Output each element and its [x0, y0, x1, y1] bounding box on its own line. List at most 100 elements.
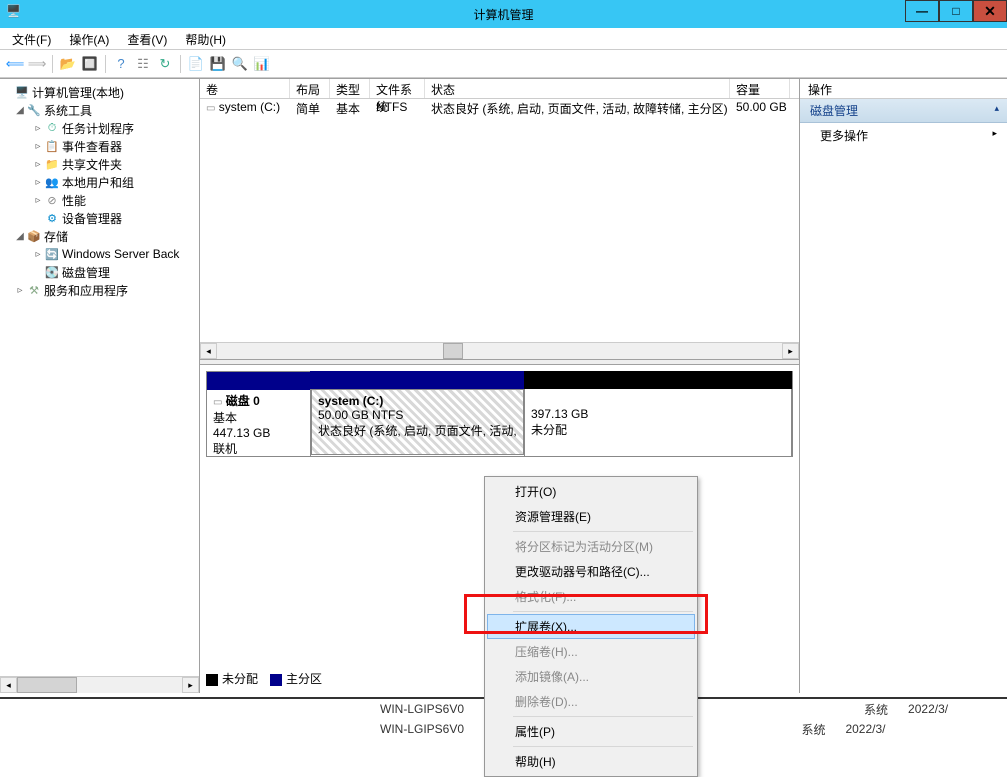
volume-row[interactable]: ▭ system (C:) 简单 基本 NTFS 状态良好 (系统, 启动, 页… [200, 99, 799, 117]
collapse-icon: ▴ [994, 103, 999, 114]
bg-date2: 2022/3/ [845, 722, 885, 736]
tree-server-backup[interactable]: ▹🔄Windows Server Back [0, 245, 199, 263]
volume-hscrollbar[interactable]: ◂ ▸ [200, 342, 799, 359]
tree-shared-folders-label: 共享文件夹 [62, 156, 122, 173]
ctx-explorer[interactable]: 资源管理器(E) [487, 504, 695, 529]
menu-action[interactable]: 操作(A) [61, 29, 117, 50]
tree-root[interactable]: 🖥️计算机管理(本地) [0, 83, 199, 101]
window-title: 计算机管理 [473, 6, 533, 23]
legend: 未分配 主分区 [206, 670, 322, 687]
disk-status: 联机 [213, 442, 237, 456]
close-button[interactable] [973, 0, 1007, 22]
col-type[interactable]: 类型 [330, 79, 370, 98]
bg-host1: WIN-LGIPS6V0 [380, 702, 464, 716]
ctx-delete-volume: 删除卷(D)... [487, 689, 695, 714]
scroll-left-icon[interactable]: ◂ [0, 677, 17, 693]
col-filesystem[interactable]: 文件系统 [370, 79, 425, 98]
app-icon: 🖥️ [6, 4, 26, 24]
col-layout[interactable]: 布局 [290, 79, 330, 98]
tree-device-manager[interactable]: ⚙设备管理器 [0, 209, 199, 227]
tree-task-scheduler[interactable]: ▹⏱任务计划程序 [0, 119, 199, 137]
vol-scroll-right-icon[interactable]: ▸ [782, 343, 799, 359]
tree-shared-folders[interactable]: ▹📁共享文件夹 [0, 155, 199, 173]
back-icon[interactable]: ⟸ [6, 55, 24, 73]
tool-c-icon[interactable]: 🔍 [231, 55, 249, 73]
disk-size: 447.13 GB [213, 426, 270, 440]
menu-help[interactable]: 帮助(H) [177, 29, 234, 50]
ctx-open[interactable]: 打开(O) [487, 479, 695, 504]
tree-local-users-label: 本地用户和组 [62, 174, 134, 191]
legend-unalloc-swatch [206, 674, 218, 686]
tree-local-users[interactable]: ▹👥本地用户和组 [0, 173, 199, 191]
scroll-right-icon[interactable]: ▸ [182, 677, 199, 693]
actions-section-label: 磁盘管理 [810, 104, 858, 118]
vol-status: 状态良好 (系统, 启动, 页面文件, 活动, 故障转储, 主分区) [425, 99, 730, 117]
vol-scroll-thumb[interactable] [443, 343, 463, 359]
help-icon[interactable]: ? [112, 55, 130, 73]
col-capacity[interactable]: 容量 [730, 79, 790, 98]
vol-name: system (C:) [219, 100, 280, 114]
ctx-help[interactable]: 帮助(H) [487, 749, 695, 774]
vol-scroll-left-icon[interactable]: ◂ [200, 343, 217, 359]
disk-type: 基本 [213, 411, 237, 425]
minimize-button[interactable] [905, 0, 939, 22]
disk-name: 磁盘 0 [226, 394, 260, 408]
tool-a-icon[interactable]: 📄 [187, 55, 205, 73]
refresh-icon[interactable]: ↻ [156, 55, 174, 73]
part1-size: 50.00 GB NTFS [318, 408, 403, 422]
up-icon[interactable]: 📂 [59, 55, 77, 73]
tree-services-apps[interactable]: ▹⚒服务和应用程序 [0, 281, 199, 299]
actions-pane: 操作 磁盘管理 ▴ 更多操作 ▸ [800, 79, 1007, 693]
vol-layout: 简单 [290, 99, 330, 117]
actions-more-label: 更多操作 [820, 129, 868, 143]
ctx-change-drive-letter[interactable]: 更改驱动器号和路径(C)... [487, 559, 695, 584]
col-volume[interactable]: 卷 [200, 79, 290, 98]
chevron-right-icon: ▸ [992, 128, 997, 139]
tree-system-tools-label: 系统工具 [44, 102, 92, 119]
ctx-add-mirror: 添加镜像(A)... [487, 664, 695, 689]
tree-pane: 🖥️计算机管理(本地) ◢🔧系统工具 ▹⏱任务计划程序 ▹📋事件查看器 ▹📁共享… [0, 79, 200, 693]
scroll-thumb[interactable] [17, 677, 77, 693]
menu-file[interactable]: 文件(F) [4, 29, 59, 50]
tree-services-apps-label: 服务和应用程序 [44, 282, 128, 299]
tool-d-icon[interactable]: 📊 [253, 55, 271, 73]
partition-unallocated[interactable]: 397.13 GB 未分配 [525, 372, 792, 456]
maximize-button[interactable] [939, 0, 973, 22]
volume-list: 卷 布局 类型 文件系统 状态 容量 ▭ system (C:) 简单 基本 N… [200, 79, 799, 359]
vol-capacity: 50.00 GB [730, 99, 790, 117]
menu-view[interactable]: 查看(V) [119, 29, 175, 50]
disk-label[interactable]: ▭ 磁盘 0 基本 447.13 GB 联机 [207, 372, 311, 456]
part1-name: system (C:) [318, 394, 383, 408]
part1-status: 状态良好 (系统, 启动, 页面文件, 活动, [318, 424, 517, 438]
tree-root-label: 计算机管理(本地) [32, 84, 124, 101]
forward-icon[interactable]: ⟹ [28, 55, 46, 73]
tree-event-viewer-label: 事件查看器 [62, 138, 122, 155]
tree-hscrollbar[interactable]: ◂ ▸ [0, 676, 199, 693]
bg-date1: 2022/3/ [908, 702, 948, 716]
tree-disk-mgmt[interactable]: 💽磁盘管理 [0, 263, 199, 281]
tree-event-viewer[interactable]: ▹📋事件查看器 [0, 137, 199, 155]
vol-fs: NTFS [370, 99, 425, 117]
tool-b-icon[interactable]: 💾 [209, 55, 227, 73]
tree-storage[interactable]: ◢📦存储 [0, 227, 199, 245]
tree-task-scheduler-label: 任务计划程序 [62, 120, 134, 137]
actions-section[interactable]: 磁盘管理 ▴ [800, 99, 1007, 123]
vol-type: 基本 [330, 99, 370, 117]
drive-icon: ▭ [206, 103, 215, 114]
part2-status: 未分配 [531, 423, 567, 437]
partition-system[interactable]: system (C:) 50.00 GB NTFS 状态良好 (系统, 启动, … [311, 372, 525, 456]
ctx-shrink-volume: 压缩卷(H)... [487, 639, 695, 664]
bg-sys: 系统 [864, 701, 888, 718]
ctx-format: 格式化(F)... [487, 584, 695, 609]
ctx-properties[interactable]: 属性(P) [487, 719, 695, 744]
legend-primary-label: 主分区 [286, 672, 322, 686]
ctx-extend-volume[interactable]: 扩展卷(X)... [487, 614, 695, 639]
views-icon[interactable]: ☷ [134, 55, 152, 73]
tree-system-tools[interactable]: ◢🔧系统工具 [0, 101, 199, 119]
tree-device-manager-label: 设备管理器 [62, 210, 122, 227]
tree-performance[interactable]: ▹⊘性能 [0, 191, 199, 209]
actions-header: 操作 [800, 79, 1007, 99]
props-icon[interactable]: 🔲 [81, 55, 99, 73]
actions-more[interactable]: 更多操作 ▸ [800, 123, 1007, 148]
col-status[interactable]: 状态 [425, 79, 730, 98]
